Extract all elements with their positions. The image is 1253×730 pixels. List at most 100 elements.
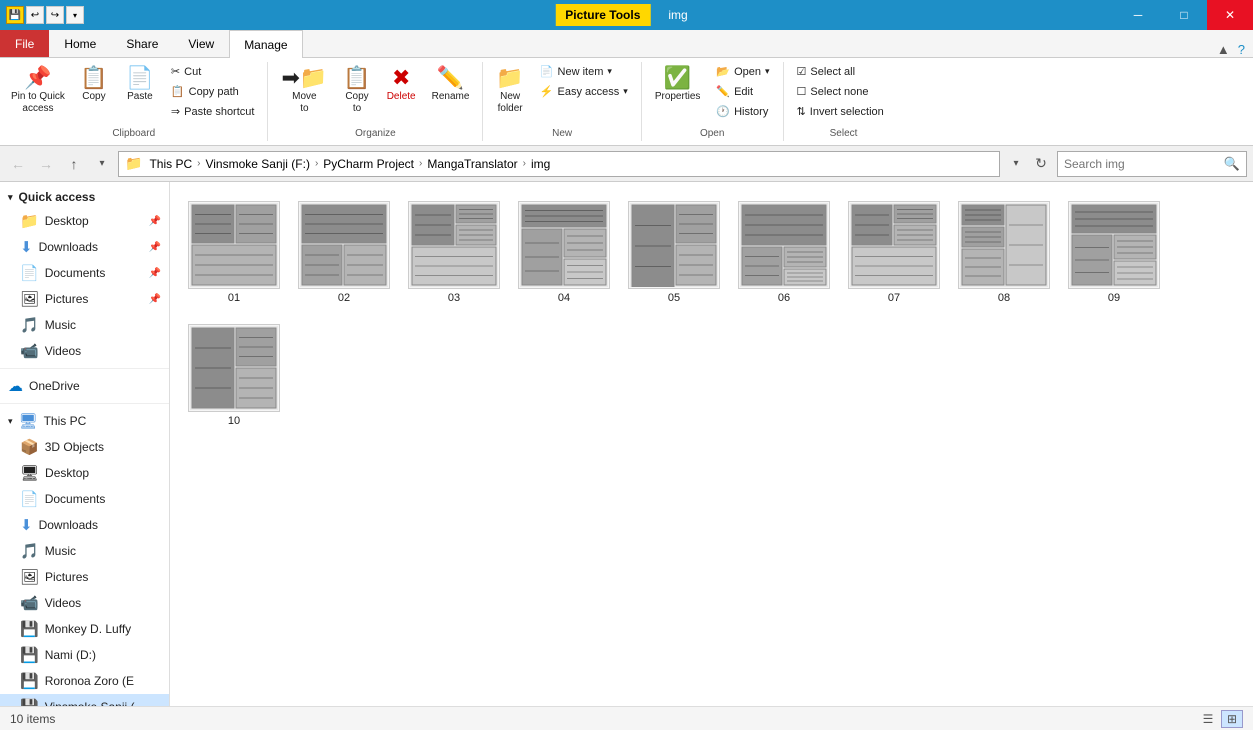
select-none-button[interactable]: ☐ Select none (790, 82, 891, 101)
move-to-button[interactable]: ➡📁 Move to (274, 62, 334, 120)
quick-access-dropdown[interactable]: ▾ (66, 6, 84, 24)
large-icons-view-button[interactable]: ⊞ (1221, 710, 1243, 728)
open-group-label: Open (642, 128, 783, 139)
copy-to-icon: 📋 (343, 67, 370, 89)
paste-shortcut-button[interactable]: ⇒ Paste shortcut (164, 102, 262, 121)
new-folder-button[interactable]: 📁 New folder (489, 62, 530, 120)
tab-manage[interactable]: Manage (229, 30, 302, 58)
thumbnail-item-04[interactable]: 04 (514, 196, 614, 309)
back-button[interactable]: ← (6, 152, 30, 176)
easy-access-button[interactable]: ⚡ Easy access ▾ (533, 82, 635, 101)
search-icon[interactable]: 🔍 (1224, 156, 1240, 172)
copy-path-button[interactable]: 📋 Copy path (164, 82, 262, 101)
redo-quick-icon[interactable]: ↪ (46, 6, 64, 24)
open-button[interactable]: 📂 Open ▾ (709, 62, 776, 81)
up-button[interactable]: ↑ (62, 152, 86, 176)
select-all-button[interactable]: ☑ Select all (790, 62, 891, 81)
maximize-button[interactable]: □ (1161, 0, 1207, 30)
videos-icon: 📹 (20, 342, 39, 360)
sidebar-item-onedrive[interactable]: ☁ OneDrive (0, 373, 169, 399)
open-dropdown[interactable]: ▾ (765, 66, 770, 77)
search-input[interactable] (1064, 157, 1220, 171)
downloads-icon: ⬇ (20, 238, 33, 256)
path-segment-img[interactable]: img (527, 155, 554, 173)
address-dropdown-button[interactable]: ▾ (1004, 152, 1028, 176)
ribbon-group-open: ✅ Properties 📂 Open ▾ ✏️ Edit 🕐 History (642, 62, 784, 141)
undo-quick-icon[interactable]: ↩ (26, 6, 44, 24)
copy-button[interactable]: 📋 Copy (72, 62, 116, 108)
path-segment-thispc[interactable]: This PC (145, 155, 196, 173)
forward-button[interactable]: → (34, 152, 58, 176)
thumbnail-img-03 (408, 201, 500, 289)
sidebar-item-videos[interactable]: 📹 Videos (0, 338, 169, 364)
thumbnail-item-02[interactable]: 02 (294, 196, 394, 309)
save-quick-icon[interactable]: 💾 (6, 6, 24, 24)
nami-drive-icon: 💾 (20, 646, 39, 664)
edit-button[interactable]: ✏️ Edit (709, 82, 776, 101)
thumbnail-item-03[interactable]: 03 (404, 196, 504, 309)
sidebar-item-documents[interactable]: 📄 Documents 📌 (0, 260, 169, 286)
thumbnail-item-06[interactable]: 06 (734, 196, 834, 309)
tab-file[interactable]: File (0, 29, 49, 57)
sidebar-item-music[interactable]: 🎵 Music (0, 312, 169, 338)
new-item-icon: 📄 (540, 65, 554, 78)
sidebar-item-desktop[interactable]: 📁 Desktop 📌 (0, 208, 169, 234)
clipboard-group-label: Clipboard (0, 128, 267, 139)
sidebar-item-desktop2[interactable]: 🖥 Desktop (0, 460, 169, 486)
sidebar-item-drive-zoro[interactable]: 💾 Roronoa Zoro (E (0, 668, 169, 694)
rename-button[interactable]: ✏️ Rename (425, 62, 477, 108)
new-item-button[interactable]: 📄 New item ▾ (533, 62, 635, 81)
sidebar-item-3dobjects[interactable]: 📦 3D Objects (0, 434, 169, 460)
cut-button[interactable]: ✂ Cut (164, 62, 262, 81)
sidebar-item-drive-luffy[interactable]: 💾 Monkey D. Luffy (0, 616, 169, 642)
sidebar-item-pictures2[interactable]: 🖼 Pictures (0, 564, 169, 590)
music-icon: 🎵 (20, 316, 39, 334)
minimize-button[interactable]: ─ (1115, 0, 1161, 30)
path-segment-pycharm[interactable]: PyCharm Project (319, 155, 418, 173)
sidebar-item-drive-sanji[interactable]: 💾 Vinsmoke Sanji ( (0, 694, 169, 706)
sidebar-item-pictures[interactable]: 🖼 Pictures 📌 (0, 286, 169, 312)
thumbnail-img-02 (298, 201, 390, 289)
sidebar-quick-access-header[interactable]: ▾ Quick access (0, 182, 169, 208)
search-box[interactable]: 🔍 (1057, 151, 1247, 177)
close-button[interactable]: ✕ (1207, 0, 1253, 30)
pin-to-quick-access-button[interactable]: 📌 Pin to Quick access (6, 62, 70, 120)
properties-button[interactable]: ✅ Properties (648, 62, 708, 108)
ribbon-group-select: ☑ Select all ☐ Select none ⇅ Invert sele… (784, 62, 904, 141)
sidebar-item-downloads[interactable]: ⬇ Downloads 📌 (0, 234, 169, 260)
desktop2-icon: 🖥 (20, 464, 39, 482)
ribbon-help-icon[interactable]: ? (1238, 42, 1245, 57)
path-segment-sanji[interactable]: Vinsmoke Sanji (F:) (201, 155, 313, 173)
new-item-dropdown[interactable]: ▾ (607, 66, 612, 77)
details-view-button[interactable]: ☰ (1197, 710, 1219, 728)
sidebar-item-downloads2[interactable]: ⬇ Downloads (0, 512, 169, 538)
easy-access-dropdown[interactable]: ▾ (623, 86, 628, 97)
delete-button[interactable]: ✖ Delete (380, 62, 423, 108)
address-refresh-button[interactable]: ↻ (1029, 152, 1053, 176)
recent-locations-button[interactable]: ▾ (90, 152, 114, 176)
sidebar-item-videos2[interactable]: 📹 Videos (0, 590, 169, 616)
thumbnail-item-01[interactable]: 01 (184, 196, 284, 309)
thumbnail-item-05[interactable]: 05 (624, 196, 724, 309)
address-path-bar[interactable]: 📁 This PC › Vinsmoke Sanji (F:) › PyChar… (118, 151, 1000, 177)
history-button[interactable]: 🕐 History (709, 102, 776, 121)
thumbnail-item-07[interactable]: 07 (844, 196, 944, 309)
thumbnail-item-09[interactable]: 09 (1064, 196, 1164, 309)
copy-to-button[interactable]: 📋 Copy to (336, 62, 377, 120)
quick-access-chevron: ▾ (8, 192, 13, 203)
invert-selection-button[interactable]: ⇅ Invert selection (790, 102, 891, 121)
select-none-label: Select none (810, 86, 868, 98)
path-segment-mangatranslator[interactable]: MangaTranslator (423, 155, 521, 173)
paste-button[interactable]: 📄 Paste (118, 62, 162, 108)
thumbnail-item-10[interactable]: 10 (184, 319, 284, 432)
sidebar-item-documents2[interactable]: 📄 Documents (0, 486, 169, 512)
tab-home[interactable]: Home (49, 29, 111, 57)
tab-share[interactable]: Share (111, 29, 173, 57)
thumbnail-item-08[interactable]: 08 (954, 196, 1054, 309)
sidebar-item-drive-nami[interactable]: 💾 Nami (D:) (0, 642, 169, 668)
sidebar-item-music2[interactable]: 🎵 Music (0, 538, 169, 564)
tab-view[interactable]: View (173, 29, 229, 57)
pictures-label: Pictures (45, 292, 88, 306)
sidebar-item-thispc-header[interactable]: ▾ 🖥 This PC (0, 408, 169, 434)
ribbon-collapse-icon[interactable]: ▲ (1217, 42, 1230, 57)
